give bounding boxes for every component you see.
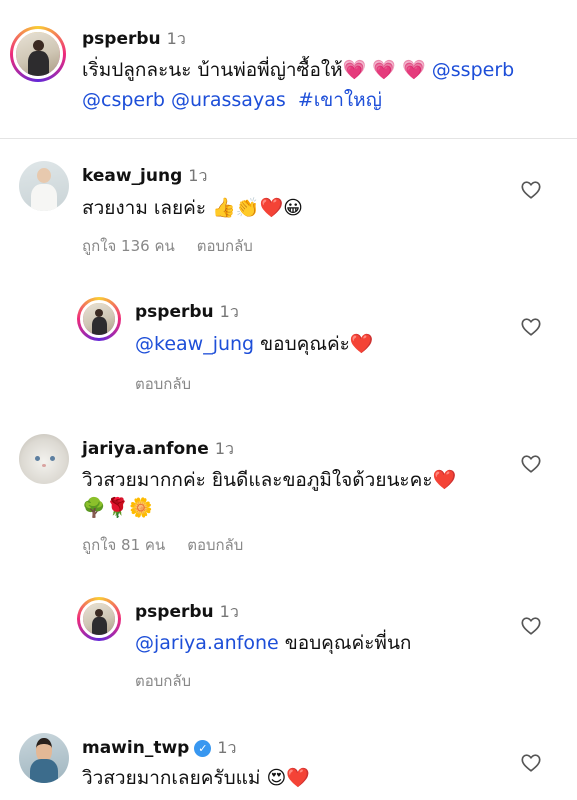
caption-username-row: psperbu 1ว	[82, 27, 186, 52]
comment-meta: ถูกใจ 136 คน ตอบกลับ	[82, 234, 253, 258]
comment-time: 1ว	[217, 738, 237, 757]
reply-meta: ตอบกลับ	[135, 372, 191, 396]
reply-button[interactable]: ตอบกลับ	[135, 672, 191, 690]
reply-button[interactable]: ตอบกลับ	[135, 375, 191, 393]
avatar-keaw-jung[interactable]	[19, 161, 69, 211]
comment-time: 1ว	[188, 166, 208, 185]
comment-time: 1ว	[214, 439, 234, 458]
reply-text: @jariya.anfone ขอบคุณค่ะพี่นก	[135, 629, 411, 657]
heart-outline-icon[interactable]	[520, 316, 542, 338]
reply-username-row: psperbu 1ว	[135, 600, 239, 625]
reply-username[interactable]: psperbu	[135, 302, 214, 322]
caption-username[interactable]: psperbu	[82, 29, 161, 49]
reply-mention[interactable]: @keaw_jung	[135, 333, 254, 355]
reply-mention[interactable]: @jariya.anfone	[135, 632, 279, 654]
caption-mentions[interactable]: @csperb @urassayas	[82, 89, 286, 111]
avatar-jariya-anfone[interactable]	[19, 434, 69, 484]
comment-text-line2: 🌳🌹🌼	[82, 497, 153, 519]
caption-mention-ssperb[interactable]: @ssperb	[432, 59, 514, 81]
comment-username[interactable]: keaw_jung	[82, 166, 182, 186]
reply-body: ขอบคุณค่ะ❤️	[254, 333, 374, 355]
reply-meta: ตอบกลับ	[135, 669, 191, 693]
post-caption: psperbu 1ว เริ่มปลูกละนะ บ้านพ่อพี่ญ่าซื้…	[0, 0, 577, 139]
caption-text-line2: @csperb @urassayas #เขาใหญ่	[82, 86, 382, 114]
reply-button[interactable]: ตอบกลับ	[187, 536, 243, 554]
caption-text: เริ่มปลูกละนะ บ้านพ่อพี่ญ่าซื้อให้💗 💗 💗 …	[82, 56, 572, 84]
caption-body: เริ่มปลูกละนะ บ้านพ่อพี่ญ่าซื้อให้💗 💗 💗	[82, 59, 426, 81]
comment-username-row: jariya.anfone 1ว	[82, 437, 234, 462]
reply-button[interactable]: ตอบกลับ	[197, 237, 253, 255]
heart-outline-icon[interactable]	[520, 752, 542, 774]
heart-outline-icon[interactable]	[520, 179, 542, 201]
caption-time: 1ว	[166, 29, 186, 48]
comment-username-row: keaw_jung 1ว	[82, 164, 207, 189]
reply-avatar[interactable]	[77, 297, 121, 341]
avatar-mawin-twp[interactable]	[19, 733, 69, 783]
reply-time: 1ว	[219, 302, 239, 321]
comment-username-row: mawin_twp ✓ 1ว	[82, 736, 237, 761]
caption-hashtag[interactable]: #เขาใหญ่	[298, 89, 382, 111]
reply-time: 1ว	[219, 602, 239, 621]
comment-text: สวยงาม เลยค่ะ 👍👏❤️😀	[82, 197, 303, 219]
heart-outline-icon[interactable]	[520, 615, 542, 637]
comment-text: วิวสวยมากเลยครับแม่ 😍❤️	[82, 767, 310, 789]
reply-username[interactable]: psperbu	[135, 602, 214, 622]
likes-count[interactable]: ถูกใจ 136 คน	[82, 237, 175, 255]
comment-username[interactable]: jariya.anfone	[82, 439, 209, 459]
caption-avatar[interactable]	[10, 26, 66, 82]
likes-count[interactable]: ถูกใจ 81 คน	[82, 536, 165, 554]
comment-text: วิวสวยมากกค่ะ ยินดีและขอภูมิใจด้วยนะคะ❤️	[82, 469, 457, 491]
reply-avatar[interactable]	[77, 597, 121, 641]
comment-meta: ถูกใจ 81 คน ตอบกลับ	[82, 533, 243, 557]
verified-badge-icon: ✓	[194, 740, 212, 757]
reply-username-row: psperbu 1ว	[135, 300, 239, 325]
reply-text: @keaw_jung ขอบคุณค่ะ❤️	[135, 330, 374, 358]
reply-body: ขอบคุณค่ะพี่นก	[278, 632, 412, 654]
heart-outline-icon[interactable]	[520, 453, 542, 475]
comment-username[interactable]: mawin_twp	[82, 738, 189, 758]
